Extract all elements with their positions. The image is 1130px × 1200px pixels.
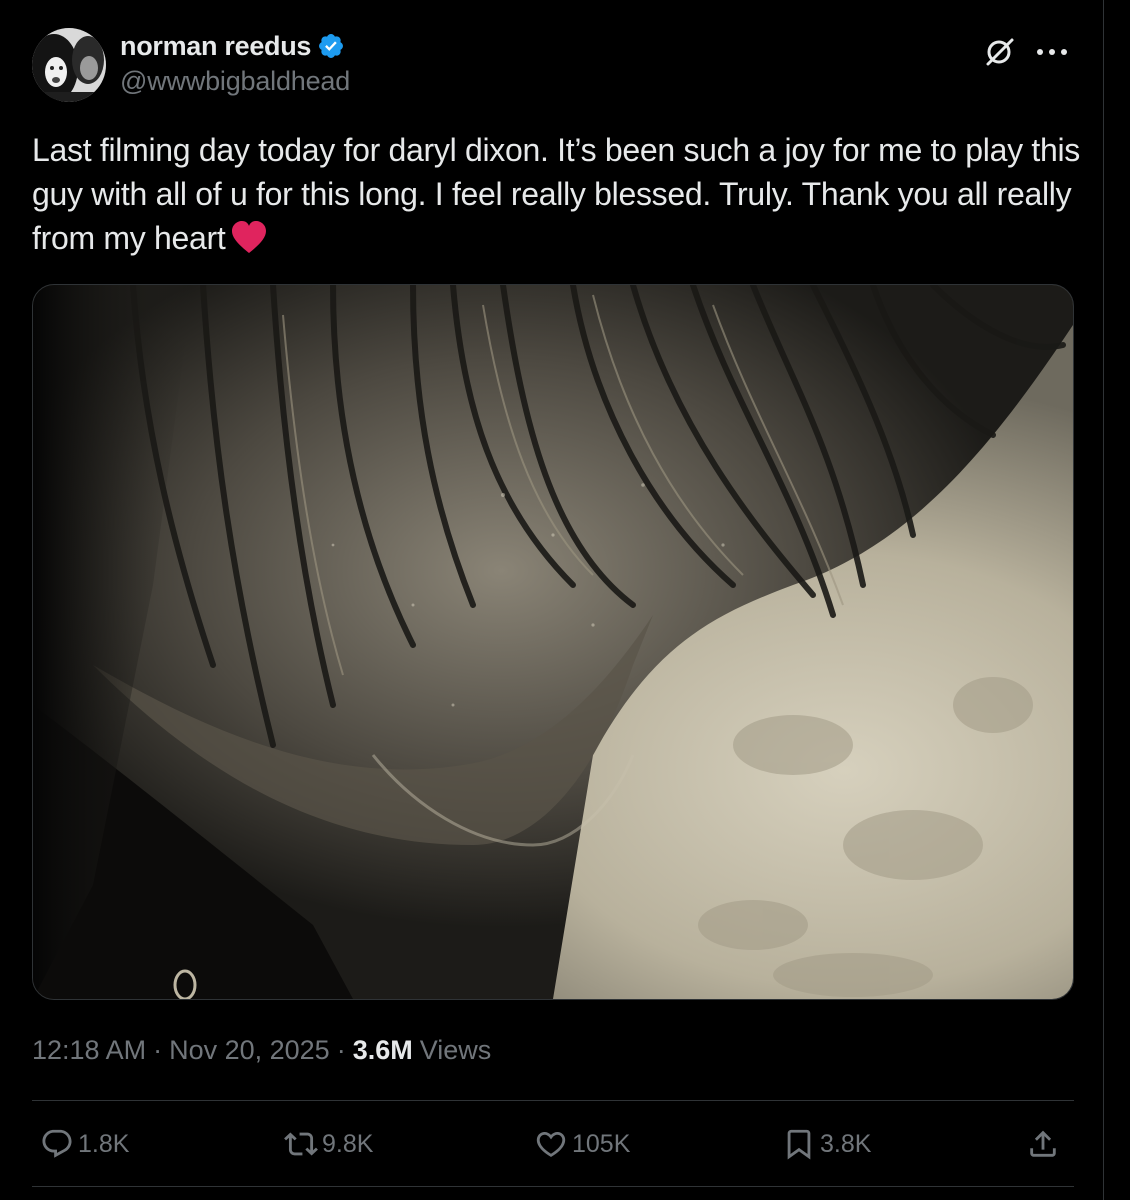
avatar[interactable] — [32, 28, 106, 102]
column-border — [1103, 0, 1104, 1200]
repost-button[interactable]: 9.8K — [284, 1118, 373, 1170]
action-bar: 1.8K 9.8K 105K 3.8K — [32, 1118, 1072, 1170]
more-icon — [1037, 49, 1067, 55]
reply-count: 1.8K — [78, 1129, 130, 1158]
author-info: norman reedus @wwwbigbaldhead — [120, 30, 350, 97]
meta-separator: · — [336, 1034, 346, 1065]
more-button[interactable] — [1032, 32, 1072, 72]
tweet-photo[interactable] — [32, 284, 1074, 1000]
repost-count: 9.8K — [322, 1129, 374, 1158]
like-count: 105K — [572, 1129, 631, 1158]
handle[interactable]: @wwwbigbaldhead — [120, 66, 350, 97]
divider — [32, 1100, 1074, 1101]
display-name[interactable]: norman reedus — [120, 31, 311, 62]
tweet-body: Last filming day today for daryl dixon. … — [32, 132, 1080, 256]
views-label: Views — [419, 1034, 492, 1065]
tweet-date[interactable]: Nov 20, 2025 — [169, 1035, 330, 1066]
bookmark-button[interactable]: 3.8K — [782, 1118, 871, 1170]
like-button[interactable]: 105K — [534, 1118, 630, 1170]
meta-separator: · — [153, 1034, 163, 1065]
bookmark-icon — [787, 1129, 811, 1160]
like-icon — [536, 1131, 566, 1157]
share-icon — [1030, 1130, 1056, 1157]
tweet-time[interactable]: 12:18 AM — [32, 1035, 146, 1066]
bookmark-count: 3.8K — [820, 1129, 872, 1158]
verified-badge-icon[interactable] — [317, 32, 345, 60]
reply-icon — [42, 1129, 72, 1158]
red-heart-emoji-icon — [231, 221, 267, 255]
tweet-meta: 12:18 AM · Nov 20, 2025 · 3.6M Views — [32, 1032, 491, 1068]
grok-button[interactable] — [980, 32, 1020, 72]
grok-icon — [986, 38, 1014, 66]
views-count[interactable]: 3.6M — [353, 1035, 413, 1066]
tweet-header: norman reedus @wwwbigbaldhead — [32, 28, 1072, 104]
share-button[interactable] — [1026, 1118, 1060, 1170]
repost-icon — [284, 1132, 318, 1156]
reply-button[interactable]: 1.8K — [40, 1118, 129, 1170]
tweet-text: Last filming day today for daryl dixon. … — [32, 128, 1082, 260]
divider — [32, 1186, 1074, 1187]
